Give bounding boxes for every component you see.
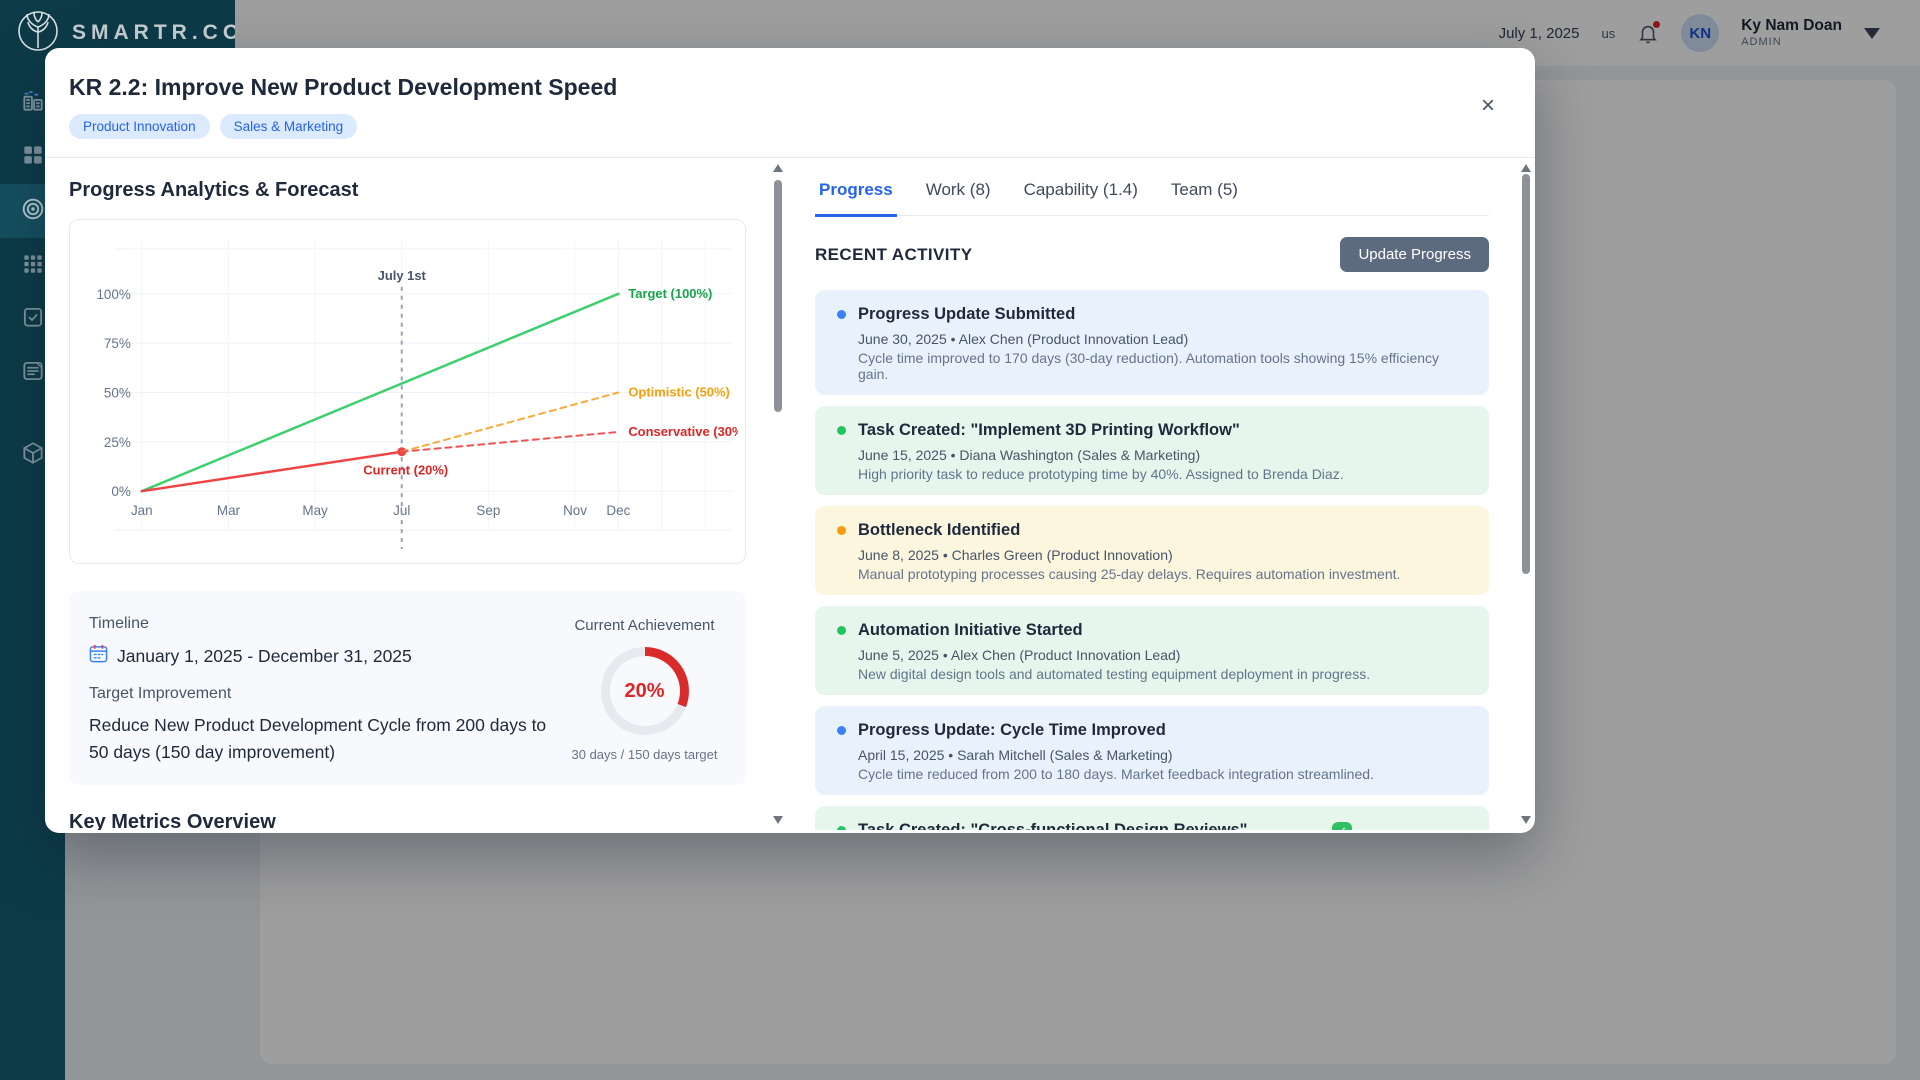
check-badge-icon: ✓ — [1332, 822, 1352, 830]
achievement-column: Current Achievement 20% 30 days / 150 da… — [569, 615, 720, 785]
analytics-panel: Progress Analytics & Forecast 0% 25% 50% 75… — [45, 158, 772, 830]
svg-text:Optimistic (50%): Optimistic (50%) — [628, 384, 730, 399]
svg-text:May: May — [302, 503, 328, 518]
svg-text:100%: 100% — [96, 287, 130, 302]
achievement-donut: 20% — [601, 647, 689, 735]
calendar-icon — [89, 644, 108, 668]
organization-icon — [20, 88, 46, 119]
scroll-down-arrow-icon[interactable] — [1521, 816, 1531, 824]
svg-text:Current (20%): Current (20%) — [363, 463, 448, 478]
scrollbar-thumb[interactable] — [774, 180, 782, 412]
modal-header: KR 2.2: Improve New Product Development … — [45, 48, 1535, 157]
tab-bar: Progress Work (8) Capability (1.4) Team (5) — [815, 180, 1489, 216]
tag-pill: Sales & Marketing — [220, 114, 358, 139]
timeline-label: Timeline — [89, 615, 569, 633]
svg-text:July 1st: July 1st — [378, 268, 427, 283]
analytics-title: Progress Analytics & Forecast — [69, 179, 772, 202]
activity-item-title: Progress Update: Cycle Time Improved — [858, 721, 1166, 740]
svg-text:50%: 50% — [104, 385, 131, 400]
status-dot-icon — [837, 526, 846, 535]
timeline-column: Timeline January 1, 2025 - December 31, … — [89, 615, 569, 785]
tab-capability-1-4[interactable]: Capability (1.4) — [1020, 180, 1142, 215]
svg-text:Nov: Nov — [563, 503, 587, 518]
target-improvement-text: Reduce New Product Development Cycle fro… — [89, 712, 569, 766]
svg-text:25%: 25% — [104, 435, 131, 450]
status-dot-icon — [837, 826, 846, 830]
dashboard-icon — [20, 142, 46, 173]
svg-text:0%: 0% — [111, 484, 130, 499]
svg-text:Mar: Mar — [217, 503, 241, 518]
status-dot-icon — [837, 626, 846, 635]
activity-item: Progress Update: Cycle Time Improved Apri… — [815, 706, 1489, 795]
activity-item-title: Automation Initiative Started — [858, 621, 1083, 640]
svg-text:Target (100%): Target (100%) — [628, 286, 712, 301]
modal-body: Progress Analytics & Forecast 0% 25% 50% 75… — [45, 158, 1535, 830]
activity-item-meta: June 15, 2025 • Diana Washington (Sales … — [858, 447, 1469, 463]
notes-icon — [20, 358, 46, 389]
activity-item-meta: June 8, 2025 • Charles Green (Product In… — [858, 547, 1469, 563]
close-icon[interactable]: × — [1481, 94, 1495, 118]
goals-icon — [20, 196, 46, 227]
scroll-up-arrow-icon[interactable] — [1521, 164, 1531, 172]
achievement-percent: 20% — [601, 647, 689, 735]
update-progress-button[interactable]: Update Progress — [1340, 237, 1489, 272]
timeline-card: Timeline January 1, 2025 - December 31, … — [69, 591, 746, 785]
target-improvement-label: Target Improvement — [89, 685, 569, 703]
right-panel-scrollbar[interactable] — [1519, 162, 1533, 826]
tab-progress[interactable]: Progress — [815, 180, 897, 217]
activity-list: Progress Update Submitted June 30, 2025 •… — [815, 290, 1489, 830]
activity-item-desc: Manual prototyping processes causing 25-… — [858, 566, 1469, 582]
key-metrics-title: Key Metrics Overview — [69, 811, 772, 830]
recent-activity-title: RECENT ACTIVITY — [815, 245, 972, 265]
activity-item-desc: New digital design tools and automated t… — [858, 666, 1469, 682]
activity-item-meta: June 5, 2025 • Alex Chen (Product Innova… — [858, 647, 1469, 663]
tag-pill: Product Innovation — [69, 114, 210, 139]
modal-title: KR 2.2: Improve New Product Development … — [69, 74, 1507, 101]
activity-item-desc: Cycle time improved to 170 days (30-day … — [858, 350, 1469, 382]
tag-row: Product Innovation Sales & Marketing — [69, 114, 1507, 139]
timeline-range: January 1, 2025 - December 31, 2025 — [117, 646, 412, 667]
package-icon — [20, 440, 46, 471]
scrollbar-thumb[interactable] — [1522, 174, 1530, 574]
tab-team-5[interactable]: Team (5) — [1167, 180, 1242, 215]
activity-item-title: Task Created: "Cross-functional Design R… — [858, 821, 1247, 830]
svg-text:Conservative (30%): Conservative (30%) — [628, 424, 738, 439]
activity-item: Automation Initiative Started June 5, 202… — [815, 606, 1489, 695]
activity-item: Progress Update Submitted June 30, 2025 •… — [815, 290, 1489, 395]
achievement-caption: 30 days / 150 days target — [569, 747, 720, 762]
activity-item-title: Task Created: "Implement 3D Printing Wor… — [858, 421, 1240, 440]
apps-icon — [20, 250, 46, 281]
svg-text:Dec: Dec — [606, 503, 630, 518]
svg-text:Sep: Sep — [476, 503, 500, 518]
tasks-icon — [20, 304, 46, 335]
activity-item-desc: High priority task to reduce prototyping… — [858, 466, 1469, 482]
activity-panel: Progress Work (8) Capability (1.4) Team (5)… — [786, 158, 1519, 830]
achievement-label: Current Achievement — [569, 617, 720, 634]
svg-text:75%: 75% — [104, 336, 131, 351]
left-panel-scrollbar[interactable] — [771, 162, 785, 826]
activity-item: Bottleneck Identified June 8, 2025 • Char… — [815, 506, 1489, 595]
tab-work-8[interactable]: Work (8) — [922, 180, 995, 215]
activity-item-meta: June 30, 2025 • Alex Chen (Product Innov… — [858, 331, 1469, 347]
activity-item-title: Progress Update Submitted — [858, 305, 1075, 324]
scroll-up-arrow-icon[interactable] — [773, 164, 783, 172]
status-dot-icon — [837, 726, 846, 735]
activity-item-title: Bottleneck Identified — [858, 521, 1020, 540]
activity-item: Task Created: "Implement 3D Printing Wor… — [815, 406, 1489, 495]
status-dot-icon — [837, 426, 846, 435]
activity-item-meta: April 15, 2025 • Sarah Mitchell (Sales &… — [858, 747, 1469, 763]
status-dot-icon — [837, 310, 846, 319]
scroll-down-arrow-icon[interactable] — [773, 816, 783, 824]
kr-detail-modal: KR 2.2: Improve New Product Development … — [45, 48, 1535, 833]
forecast-chart: 0%25%50%75%100%JanMarMayJulSepNovDecJuly… — [69, 219, 746, 564]
activity-item-desc: Cycle time reduced from 200 to 180 days.… — [858, 766, 1469, 782]
activity-item: Task Created: "Cross-functional Design R… — [815, 806, 1489, 830]
svg-text:Jan: Jan — [131, 503, 153, 518]
brand-name: SMARTR.CO — [72, 21, 244, 45]
